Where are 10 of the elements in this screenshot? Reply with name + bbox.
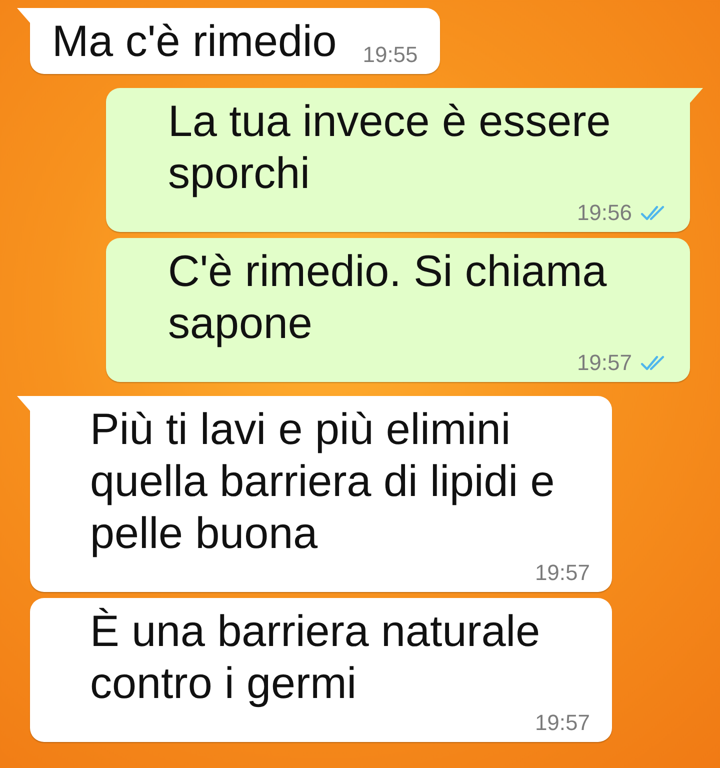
message-time: 19:57 bbox=[576, 350, 632, 376]
message-time: 19:55 bbox=[362, 42, 418, 68]
message-text: La tua invece è essere sporchi bbox=[168, 96, 612, 200]
message-text: C'è rimedio. Si chiama sapone bbox=[168, 246, 608, 350]
message-text: È una barriera naturale contro i germi bbox=[90, 606, 542, 710]
message-time: 19:56 bbox=[576, 200, 632, 226]
message-text: Più ti lavi e più elimini quella barriera di lipidi e pelle buona bbox=[90, 404, 556, 560]
message-text: Ma c'è rimedio bbox=[52, 16, 337, 68]
message-time: 19:57 bbox=[534, 710, 590, 736]
message-time: 19:57 bbox=[534, 560, 590, 586]
